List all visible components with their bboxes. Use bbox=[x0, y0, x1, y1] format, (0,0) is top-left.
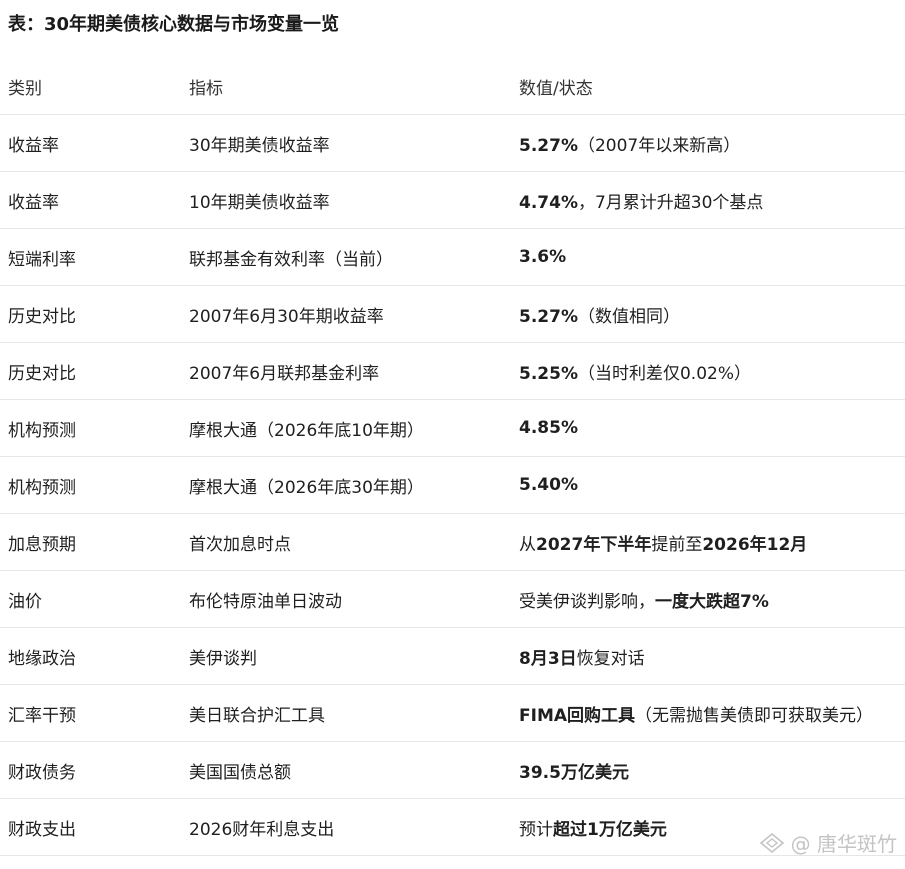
cell-category: 历史对比 bbox=[0, 285, 181, 343]
value-text: （数值相同） bbox=[577, 306, 680, 327]
data-table: 类别 指标 数值/状态 收益率 30年期美债收益率 5.27%（2007年以来新高）… bbox=[0, 58, 905, 856]
cell-value: 4.85% bbox=[511, 399, 905, 457]
cell-metric: 布伦特原油单日波动 bbox=[181, 570, 511, 628]
value-emphasis: 3.6% bbox=[519, 247, 567, 267]
cell-value: 5.27%（数值相同） bbox=[511, 285, 905, 343]
value-text: 受美伊谈判影响， bbox=[519, 591, 655, 612]
cell-value: 8月3日恢复对话 bbox=[511, 627, 905, 685]
cell-category: 收益率 bbox=[0, 171, 181, 229]
table-row: 汇率干预 美日联合护汇工具 FIMA回购工具（无需抛售美债即可获取美元） bbox=[0, 684, 905, 742]
table-row: 地缘政治 美伊谈判 8月3日恢复对话 bbox=[0, 627, 905, 685]
cell-value: 39.5万亿美元 bbox=[511, 741, 905, 799]
value-emphasis: 39.5万亿美元 bbox=[519, 762, 629, 783]
value-text: ，7月累计升超30个基点 bbox=[577, 192, 764, 213]
cell-value: 5.25%（当时利差仅0.02%） bbox=[511, 342, 905, 400]
value-text: （当时利差仅0.02%） bbox=[577, 363, 751, 384]
table-header-row: 类别 指标 数值/状态 bbox=[0, 58, 905, 115]
column-header-value: 数值/状态 bbox=[511, 58, 905, 115]
cell-value: 5.27%（2007年以来新高） bbox=[511, 114, 905, 172]
page-title: 表：30年期美债核心数据与市场变量一览 bbox=[8, 14, 340, 35]
cell-category: 加息预期 bbox=[0, 513, 181, 571]
table-row: 历史对比 2007年6月30年期收益率 5.27%（数值相同） bbox=[0, 285, 905, 343]
cell-metric: 美伊谈判 bbox=[181, 627, 511, 685]
cell-metric: 美日联合护汇工具 bbox=[181, 684, 511, 742]
cell-category: 机构预测 bbox=[0, 456, 181, 514]
value-text: （无需抛售美债即可获取美元） bbox=[635, 705, 874, 726]
cell-metric: 2007年6月30年期收益率 bbox=[181, 285, 511, 343]
watermark: @ 唐华斑竹 bbox=[759, 828, 897, 857]
cell-category: 财政支出 bbox=[0, 798, 181, 856]
cell-value: 4.74%，7月累计升超30个基点 bbox=[511, 171, 905, 229]
cell-metric: 摩根大通（2026年底30年期） bbox=[181, 456, 511, 514]
cell-metric: 30年期美债收益率 bbox=[181, 114, 511, 172]
table-row: 短端利率 联邦基金有效利率（当前） 3.6% bbox=[0, 228, 905, 286]
value-text: 从 bbox=[519, 534, 536, 555]
value-emphasis: 5.25% bbox=[519, 363, 578, 384]
cell-value: 3.6% bbox=[511, 228, 905, 286]
table-row: 收益率 30年期美债收益率 5.27%（2007年以来新高） bbox=[0, 114, 905, 172]
cell-value: 从2027年下半年提前至2026年12月 bbox=[511, 513, 905, 571]
table-row: 加息预期 首次加息时点 从2027年下半年提前至2026年12月 bbox=[0, 513, 905, 571]
table-body: 收益率 30年期美债收益率 5.27%（2007年以来新高） 收益率 10年期美债收益率… bbox=[0, 114, 905, 856]
cell-category: 历史对比 bbox=[0, 342, 181, 400]
cell-category: 短端利率 bbox=[0, 228, 181, 286]
value-text: 恢复对话 bbox=[576, 648, 645, 669]
cell-metric: 摩根大通（2026年底10年期） bbox=[181, 399, 511, 457]
cell-metric: 联邦基金有效利率（当前） bbox=[181, 228, 511, 286]
cell-value: 5.40% bbox=[511, 456, 905, 514]
value-emphasis: 2027年下半年 bbox=[536, 534, 652, 555]
table-row: 油价 布伦特原油单日波动 受美伊谈判影响，一度大跌超7% bbox=[0, 570, 905, 628]
value-emphasis: 5.27% bbox=[519, 135, 578, 156]
column-header-category: 类别 bbox=[0, 58, 181, 115]
cell-category: 汇率干预 bbox=[0, 684, 181, 742]
value-text: 预计 bbox=[519, 819, 553, 840]
value-emphasis: 5.27% bbox=[519, 306, 578, 327]
cell-metric: 美国国债总额 bbox=[181, 741, 511, 799]
value-emphasis: 8月3日 bbox=[519, 648, 577, 669]
cell-category: 财政债务 bbox=[0, 741, 181, 799]
value-emphasis: 超过1万亿美元 bbox=[553, 819, 667, 840]
table-row: 历史对比 2007年6月联邦基金利率 5.25%（当时利差仅0.02%） bbox=[0, 342, 905, 400]
value-emphasis: 4.74% bbox=[519, 192, 578, 213]
table-row: 财政债务 美国国债总额 39.5万亿美元 bbox=[0, 741, 905, 799]
table-row: 收益率 10年期美债收益率 4.74%，7月累计升超30个基点 bbox=[0, 171, 905, 229]
brand-logo-icon bbox=[759, 832, 785, 854]
cell-metric: 2026财年利息支出 bbox=[181, 798, 511, 856]
value-text: 提前至 bbox=[651, 534, 703, 555]
column-header-metric: 指标 bbox=[181, 58, 511, 115]
cell-value: 受美伊谈判影响，一度大跌超7% bbox=[511, 570, 905, 628]
value-emphasis: FIMA回购工具 bbox=[519, 705, 636, 726]
cell-category: 收益率 bbox=[0, 114, 181, 172]
cell-metric: 2007年6月联邦基金利率 bbox=[181, 342, 511, 400]
cell-category: 油价 bbox=[0, 570, 181, 628]
watermark-text: @ 唐华斑竹 bbox=[790, 832, 897, 856]
value-emphasis: 2026年12月 bbox=[702, 534, 808, 555]
cell-value: FIMA回购工具（无需抛售美债即可获取美元） bbox=[511, 684, 905, 742]
value-emphasis: 5.40% bbox=[519, 475, 578, 495]
cell-category: 机构预测 bbox=[0, 399, 181, 457]
value-emphasis: 4.85% bbox=[519, 418, 578, 438]
value-text: （2007年以来新高） bbox=[577, 135, 741, 156]
cell-category: 地缘政治 bbox=[0, 627, 181, 685]
table-row: 机构预测 摩根大通（2026年底30年期） 5.40% bbox=[0, 456, 905, 514]
table-row: 机构预测 摩根大通（2026年底10年期） 4.85% bbox=[0, 399, 905, 457]
value-emphasis: 一度大跌超7% bbox=[655, 591, 769, 612]
cell-metric: 首次加息时点 bbox=[181, 513, 511, 571]
cell-metric: 10年期美债收益率 bbox=[181, 171, 511, 229]
